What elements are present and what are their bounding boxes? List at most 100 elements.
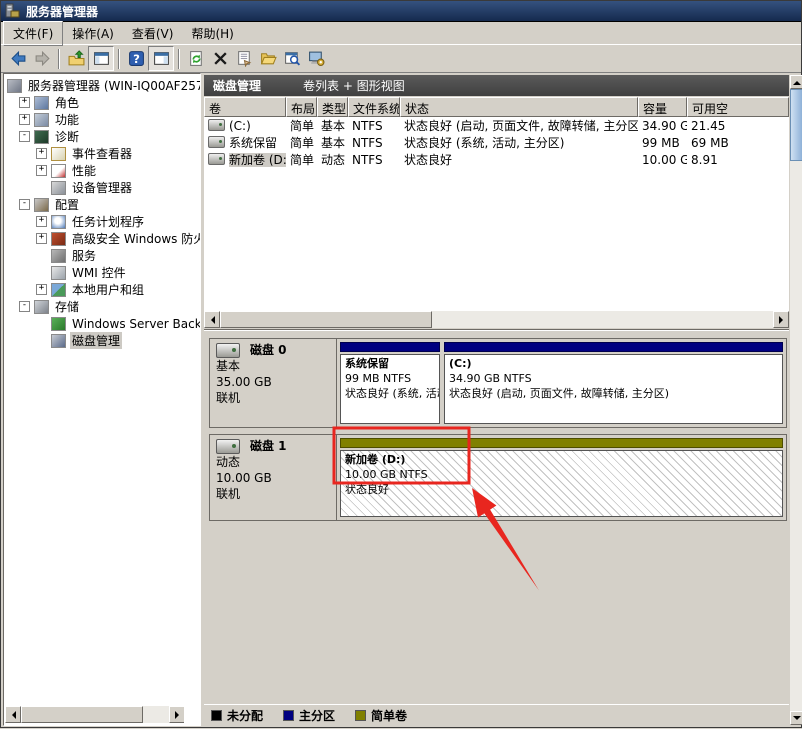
disk-0-row: 磁盘 0 基本 35.00 GB 联机 系统保留 99 MB NTFS 状态良好…	[209, 338, 787, 428]
column-header-layout[interactable]: 布局	[286, 97, 317, 117]
expand-toggle[interactable]: +	[19, 97, 30, 108]
title-bar: 服务器管理器	[1, 1, 801, 22]
properties-button[interactable]	[232, 47, 256, 70]
forward-button[interactable]	[30, 47, 54, 70]
scroll-left-button[interactable]	[204, 311, 220, 328]
scroll-up-button[interactable]	[790, 75, 802, 89]
up-level-button[interactable]	[64, 47, 88, 70]
expand-toggle[interactable]: +	[36, 233, 47, 244]
volume-icon	[208, 153, 225, 165]
tree-item-configuration[interactable]: - 配置	[4, 196, 200, 213]
storage-icon	[34, 300, 49, 314]
expand-toggle[interactable]: +	[19, 114, 30, 125]
collapse-toggle[interactable]: -	[19, 199, 30, 210]
server-manager-icon	[7, 79, 22, 93]
primary-partition-bar	[444, 342, 783, 352]
disk-0-status: 联机	[216, 390, 330, 406]
tree-horizontal-scrollbar[interactable]	[5, 706, 185, 723]
tree-item-device-manager[interactable]: 设备管理器	[4, 179, 200, 196]
help-button[interactable]: ?	[124, 47, 148, 70]
tree-item-wmi-control[interactable]: WMI 控件	[4, 264, 200, 281]
legend-primary-partition: 主分区	[283, 707, 335, 724]
partition-system-reserved[interactable]: 系统保留 99 MB NTFS 状态良好 (系统, 活动,	[340, 342, 440, 424]
tree-item-features[interactable]: + 功能	[4, 111, 200, 128]
menu-view[interactable]: 查看(V)	[123, 22, 183, 45]
tree-item-event-viewer[interactable]: + 事件查看器	[4, 145, 200, 162]
disk-1-info[interactable]: 磁盘 1 动态 10.00 GB 联机	[210, 435, 337, 520]
refresh-button[interactable]	[184, 47, 208, 70]
graphical-view: 磁盘 0 基本 35.00 GB 联机 系统保留 99 MB NTFS 状态良好…	[204, 331, 789, 703]
back-button[interactable]	[6, 47, 30, 70]
delete-button[interactable]	[208, 47, 232, 70]
tree-item-disk-management[interactable]: 磁盘管理	[4, 332, 200, 349]
tree-item-storage[interactable]: - 存储	[4, 298, 200, 315]
column-header-capacity[interactable]: 容量	[638, 97, 687, 117]
column-header-filesystem[interactable]: 文件系统	[348, 97, 400, 117]
find-icon	[284, 50, 301, 67]
roles-icon	[34, 96, 49, 110]
tree-item-services[interactable]: 服务	[4, 247, 200, 264]
action-pane-toggle-button[interactable]	[148, 46, 174, 71]
action-pane-toggle-icon	[153, 50, 170, 67]
scroll-down-button[interactable]	[790, 711, 802, 725]
menu-help[interactable]: 帮助(H)	[182, 22, 242, 45]
tree-item-local-users-groups[interactable]: + 本地用户和组	[4, 281, 200, 298]
legend-simple-volume: 简单卷	[355, 707, 407, 724]
volume-icon	[208, 136, 225, 148]
expand-toggle[interactable]: +	[36, 284, 47, 295]
primary-partition-color-swatch	[283, 710, 294, 721]
tree-item-performance[interactable]: + 性能	[4, 162, 200, 179]
open-folder-button[interactable]	[256, 47, 280, 70]
column-header-type[interactable]: 类型	[317, 97, 348, 117]
volume-row-system-reserved[interactable]: 系统保留 简单 基本 NTFS 状态良好 (系统, 活动, 主分区) 99 MB…	[204, 134, 789, 151]
menu-file[interactable]: 文件(F)	[3, 21, 63, 46]
tree-item-windows-firewall[interactable]: + 高级安全 Windows 防火墙	[4, 230, 200, 247]
manage-button[interactable]	[304, 47, 328, 70]
scroll-right-button[interactable]	[773, 311, 789, 328]
configuration-icon	[34, 198, 49, 212]
volume-row-new-volume-d[interactable]: 新加卷 (D:) 简单 动态 NTFS 状态良好 10.00 GB 8.91	[204, 151, 789, 168]
disk-0-info[interactable]: 磁盘 0 基本 35.00 GB 联机	[210, 339, 337, 427]
collapse-toggle[interactable]: -	[19, 131, 30, 142]
column-header-status[interactable]: 状态	[400, 97, 638, 117]
volume-row-c[interactable]: (C:) 简单 基本 NTFS 状态良好 (启动, 页面文件, 故障转储, 主分…	[204, 117, 789, 134]
scroll-right-button[interactable]	[169, 706, 185, 723]
volume-new-volume-d[interactable]: 新加卷 (D:) 10.00 GB NTFS 状态良好	[340, 438, 783, 517]
tree-item-task-scheduler[interactable]: + 任务计划程序	[4, 213, 200, 230]
partition-c[interactable]: (C:) 34.90 GB NTFS 状态良好 (启动, 页面文件, 故障转储,…	[444, 342, 783, 424]
disk-management-icon	[51, 334, 66, 348]
scroll-thumb[interactable]	[21, 706, 143, 723]
tree-item-diagnostics[interactable]: - 诊断	[4, 128, 200, 145]
simple-volume-bar	[340, 438, 783, 448]
firewall-icon	[51, 232, 66, 246]
volume-list-horizontal-scrollbar[interactable]	[204, 311, 789, 328]
scroll-left-button[interactable]	[5, 706, 21, 723]
primary-partition-bar	[340, 342, 440, 352]
pane-title: 磁盘管理	[213, 77, 261, 94]
help-icon: ?	[128, 50, 145, 67]
console-tree-toggle-button[interactable]	[88, 46, 114, 71]
column-header-volume[interactable]: 卷	[204, 97, 286, 117]
expand-toggle[interactable]: +	[36, 165, 47, 176]
scroll-thumb[interactable]	[790, 89, 802, 161]
find-button[interactable]	[280, 47, 304, 70]
scroll-thumb[interactable]	[220, 311, 432, 328]
local-users-groups-icon	[51, 283, 66, 297]
tree-item-server-manager-root[interactable]: 服务器管理器 (WIN-IQ00AF2570	[4, 77, 200, 94]
expand-toggle[interactable]: +	[36, 148, 47, 159]
tree-item-windows-server-backup[interactable]: Windows Server Backup	[4, 315, 200, 332]
properties-icon	[236, 50, 253, 67]
toolbar: ?	[1, 45, 801, 73]
volume-list: 卷 布局 类型 文件系统 状态 容量 可用空 (C:) 简单 基本 NTFS 状…	[204, 97, 789, 311]
column-header-free-space[interactable]: 可用空	[687, 97, 789, 117]
expand-toggle[interactable]: +	[36, 216, 47, 227]
task-scheduler-icon	[51, 215, 66, 229]
menu-action[interactable]: 操作(A)	[63, 22, 123, 45]
tree-item-roles[interactable]: + 角色	[4, 94, 200, 111]
disk-1-size: 10.00 GB	[216, 470, 330, 486]
scrollbar-corner	[184, 706, 199, 723]
pane-vertical-scrollbar[interactable]	[790, 75, 802, 725]
up-arrow-icon	[793, 77, 801, 85]
collapse-toggle[interactable]: -	[19, 301, 30, 312]
volume-list-header: 卷 布局 类型 文件系统 状态 容量 可用空	[204, 97, 789, 117]
